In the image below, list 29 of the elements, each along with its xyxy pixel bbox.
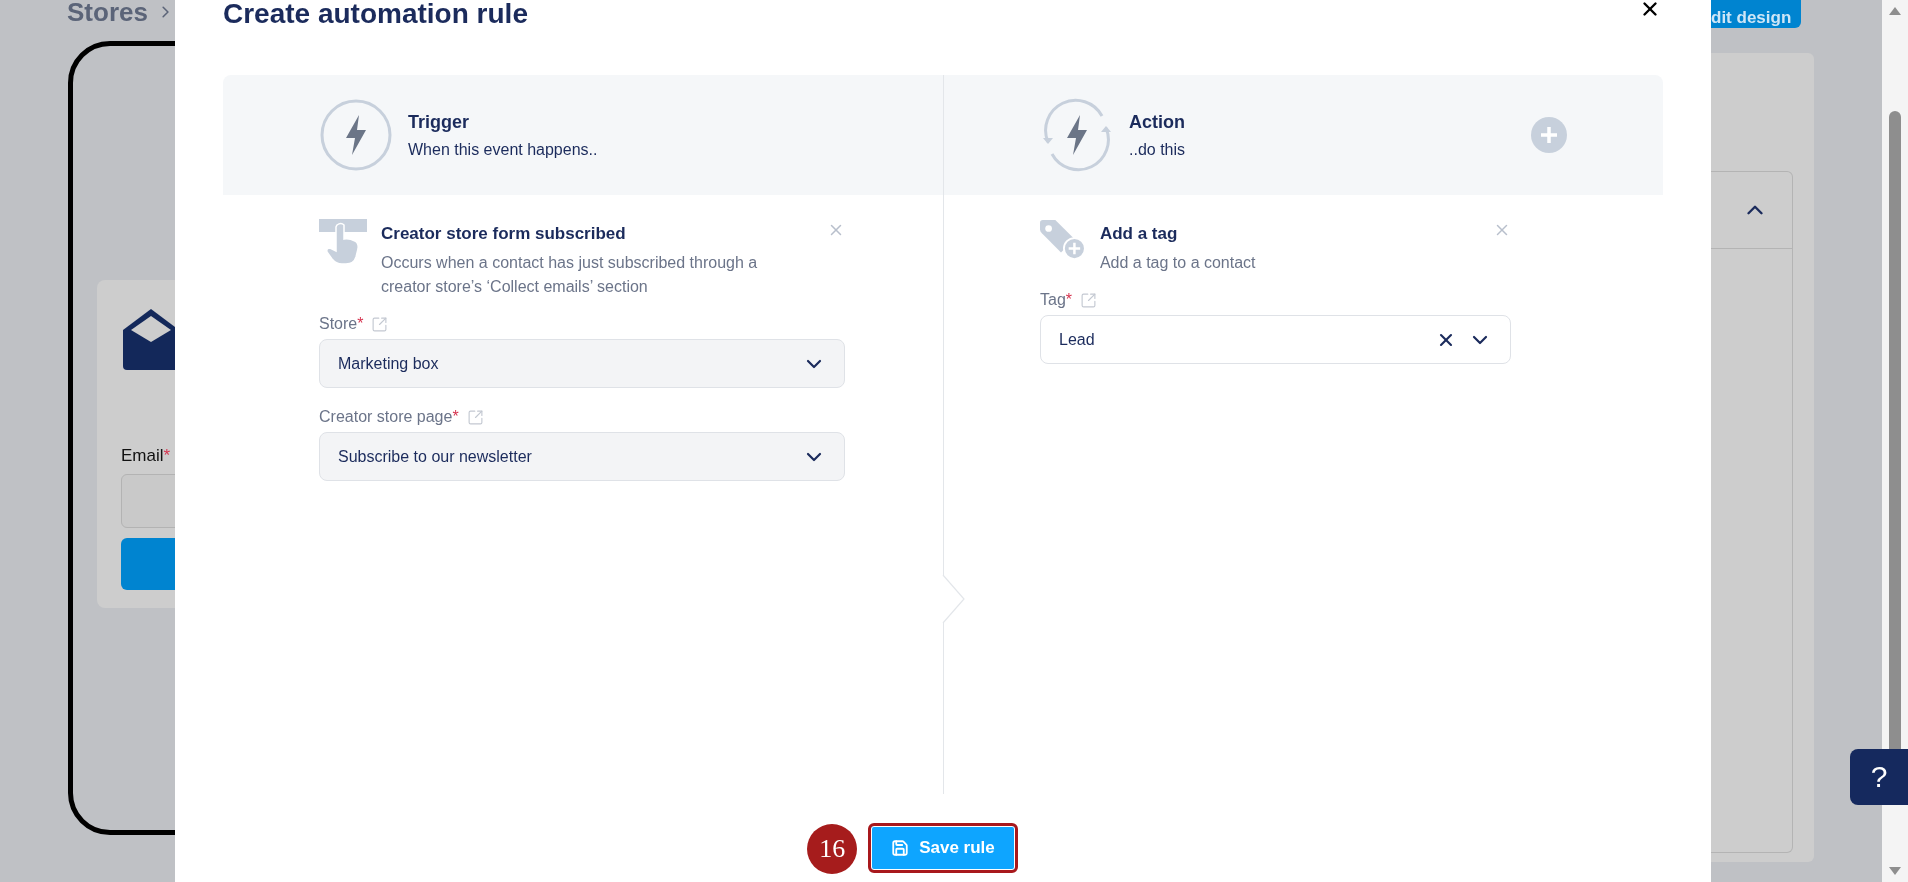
header-title: Action: [1129, 111, 1186, 133]
save-icon: [891, 839, 910, 857]
item-title: Creator store form subscribed: [381, 224, 626, 244]
lightning-cycle-icon: [1040, 98, 1114, 172]
external-link-icon[interactable]: [466, 408, 484, 426]
select-field[interactable]: Lead: [1040, 315, 1511, 364]
header-subtitle: ..do this: [1129, 140, 1187, 159]
item-title: Add a tag: [1099, 224, 1178, 244]
modal-title: Create automation rule: [223, 0, 528, 31]
item-description: Add a tag to a contact: [1099, 253, 1256, 273]
field-label: Creator store page*: [319, 408, 459, 426]
tag-plus-icon: [1040, 219, 1086, 261]
select-field[interactable]: Subscribe to our newsletter: [319, 432, 845, 481]
add-icon[interactable]: [1531, 117, 1567, 153]
field-label: Tag*: [1040, 291, 1073, 309]
header-subtitle: When this event happens..: [408, 140, 599, 159]
field-label: Email*: [121, 446, 172, 466]
scroll-up-icon[interactable]: [1889, 7, 1901, 15]
external-link-icon[interactable]: [1080, 291, 1098, 309]
help-button[interactable]: ?: [1850, 749, 1908, 805]
field-label: Store*: [319, 315, 364, 333]
scroll-down-icon[interactable]: [1889, 867, 1901, 875]
step-badge: 16: [807, 824, 858, 874]
item-description: Occurs when a contact has just subscribed through a creator store’s ‘Collect emails’ section: [381, 253, 759, 297]
lightning-icon: [319, 98, 393, 172]
select-field[interactable]: Marketing box: [319, 339, 845, 388]
header-title: Trigger: [408, 111, 470, 133]
hand-pointer-icon: [319, 219, 367, 265]
external-link-icon[interactable]: [371, 315, 389, 333]
